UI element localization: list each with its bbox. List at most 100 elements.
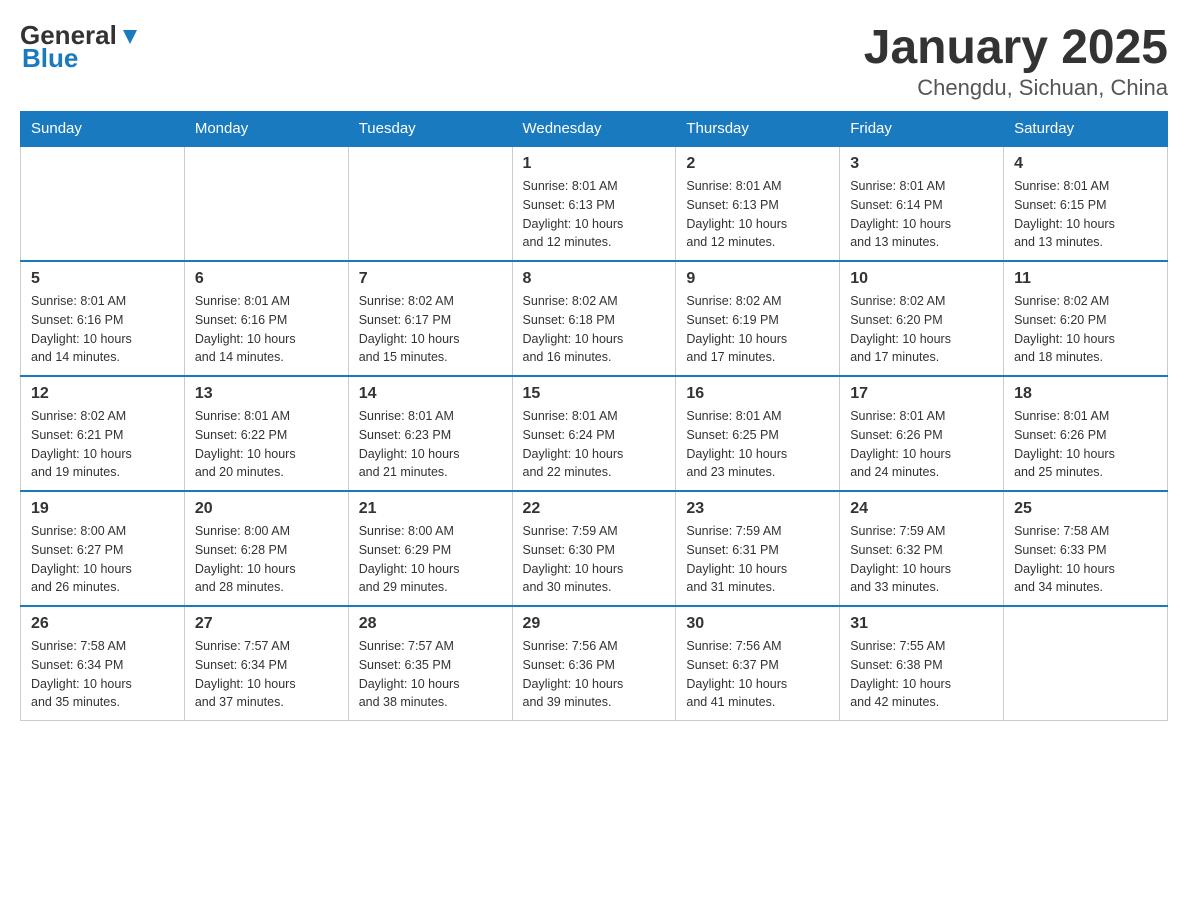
day-info: Sunrise: 8:02 AM Sunset: 6:20 PM Dayligh…: [850, 292, 993, 367]
day-cell: 9 Sunrise: 8:02 AM Sunset: 6:19 PM Daylig…: [676, 261, 840, 376]
day-cell: 4 Sunrise: 8:01 AM Sunset: 6:15 PM Daylig…: [1004, 146, 1168, 261]
day-cell: 17Sunrise: 8:01 AM Sunset: 6:26 PM Dayli…: [840, 376, 1004, 491]
day-cell: 8Sunrise: 8:02 AM Sunset: 6:18 PM Daylig…: [512, 261, 676, 376]
week-row-3: 12 Sunrise: 8:02 AM Sunset: 6:21 PM Dayli…: [21, 376, 1168, 491]
weekday-header-tuesday: Tuesday: [348, 112, 512, 147]
title-section: January 2025 Chengdu, Sichuan, China: [864, 20, 1168, 101]
day-cell: 21 Sunrise: 8:00 AM Sunset: 6:29 PM Dayli…: [348, 491, 512, 606]
day-info: Sunrise: 8:01 AM Sunset: 6:23 PM Dayligh…: [359, 407, 502, 482]
day-cell: 16 Sunrise: 8:01 AM Sunset: 6:25 PM Dayli…: [676, 376, 840, 491]
day-cell: 20 Sunrise: 8:00 AM Sunset: 6:28 PM Dayli…: [184, 491, 348, 606]
weekday-header-monday: Monday: [184, 112, 348, 147]
calendar-subtitle: Chengdu, Sichuan, China: [864, 75, 1168, 101]
day-cell: 24 Sunrise: 7:59 AM Sunset: 6:32 PM Dayli…: [840, 491, 1004, 606]
day-cell: 12 Sunrise: 8:02 AM Sunset: 6:21 PM Dayli…: [21, 376, 185, 491]
day-cell: 6 Sunrise: 8:01 AM Sunset: 6:16 PM Daylig…: [184, 261, 348, 376]
calendar-table: SundayMondayTuesdayWednesdayThursdayFrid…: [20, 111, 1168, 721]
day-info: Sunrise: 8:01 AM Sunset: 6:24 PM Dayligh…: [523, 407, 666, 482]
day-info: Sunrise: 8:00 AM Sunset: 6:27 PM Dayligh…: [31, 522, 174, 597]
day-info: Sunrise: 7:56 AM Sunset: 6:37 PM Dayligh…: [686, 637, 829, 712]
day-number: 7: [359, 270, 502, 288]
day-cell: [21, 146, 185, 261]
day-cell: 7 Sunrise: 8:02 AM Sunset: 6:17 PM Daylig…: [348, 261, 512, 376]
day-number: 6: [195, 270, 338, 288]
day-number: 14: [359, 385, 502, 403]
day-cell: 13 Sunrise: 8:01 AM Sunset: 6:22 PM Dayli…: [184, 376, 348, 491]
weekday-header-row: SundayMondayTuesdayWednesdayThursdayFrid…: [21, 112, 1168, 147]
day-info: Sunrise: 7:59 AM Sunset: 6:31 PM Dayligh…: [686, 522, 829, 597]
day-number: 18: [1014, 385, 1157, 403]
day-info: Sunrise: 7:59 AM Sunset: 6:30 PM Dayligh…: [523, 522, 666, 597]
day-number: 24: [850, 500, 993, 518]
day-cell: 27Sunrise: 7:57 AM Sunset: 6:34 PM Dayli…: [184, 606, 348, 721]
week-row-4: 19 Sunrise: 8:00 AM Sunset: 6:27 PM Dayli…: [21, 491, 1168, 606]
day-cell: 11 Sunrise: 8:02 AM Sunset: 6:20 PM Dayli…: [1004, 261, 1168, 376]
day-info: Sunrise: 7:57 AM Sunset: 6:35 PM Dayligh…: [359, 637, 502, 712]
day-number: 20: [195, 500, 338, 518]
day-info: Sunrise: 8:02 AM Sunset: 6:17 PM Dayligh…: [359, 292, 502, 367]
page-header: General Blue January 2025 Chengdu, Sichu…: [20, 20, 1168, 101]
day-info: Sunrise: 8:01 AM Sunset: 6:14 PM Dayligh…: [850, 177, 993, 252]
day-info: Sunrise: 8:02 AM Sunset: 6:19 PM Dayligh…: [686, 292, 829, 367]
day-cell: 26 Sunrise: 7:58 AM Sunset: 6:34 PM Dayli…: [21, 606, 185, 721]
day-number: 5: [31, 270, 174, 288]
day-cell: [1004, 606, 1168, 721]
day-number: 4: [1014, 155, 1157, 173]
day-cell: 1Sunrise: 8:01 AM Sunset: 6:13 PM Daylig…: [512, 146, 676, 261]
day-number: 8: [523, 270, 666, 288]
day-number: 17: [850, 385, 993, 403]
day-number: 26: [31, 615, 174, 633]
day-info: Sunrise: 8:00 AM Sunset: 6:28 PM Dayligh…: [195, 522, 338, 597]
day-info: Sunrise: 8:01 AM Sunset: 6:25 PM Dayligh…: [686, 407, 829, 482]
day-number: 25: [1014, 500, 1157, 518]
day-cell: 29Sunrise: 7:56 AM Sunset: 6:36 PM Dayli…: [512, 606, 676, 721]
week-row-5: 26 Sunrise: 7:58 AM Sunset: 6:34 PM Dayli…: [21, 606, 1168, 721]
day-cell: [184, 146, 348, 261]
day-cell: 25 Sunrise: 7:58 AM Sunset: 6:33 PM Dayli…: [1004, 491, 1168, 606]
day-info: Sunrise: 8:02 AM Sunset: 6:20 PM Dayligh…: [1014, 292, 1157, 367]
day-info: Sunrise: 7:58 AM Sunset: 6:34 PM Dayligh…: [31, 637, 174, 712]
week-row-2: 5 Sunrise: 8:01 AM Sunset: 6:16 PM Daylig…: [21, 261, 1168, 376]
day-cell: 15Sunrise: 8:01 AM Sunset: 6:24 PM Dayli…: [512, 376, 676, 491]
day-cell: 18 Sunrise: 8:01 AM Sunset: 6:26 PM Dayli…: [1004, 376, 1168, 491]
day-info: Sunrise: 8:02 AM Sunset: 6:21 PM Dayligh…: [31, 407, 174, 482]
day-cell: 19 Sunrise: 8:00 AM Sunset: 6:27 PM Dayli…: [21, 491, 185, 606]
day-cell: 14 Sunrise: 8:01 AM Sunset: 6:23 PM Dayli…: [348, 376, 512, 491]
weekday-header-thursday: Thursday: [676, 112, 840, 147]
day-info: Sunrise: 8:01 AM Sunset: 6:16 PM Dayligh…: [31, 292, 174, 367]
day-cell: [348, 146, 512, 261]
day-cell: 28Sunrise: 7:57 AM Sunset: 6:35 PM Dayli…: [348, 606, 512, 721]
day-number: 19: [31, 500, 174, 518]
day-info: Sunrise: 7:55 AM Sunset: 6:38 PM Dayligh…: [850, 637, 993, 712]
logo: General Blue: [20, 20, 141, 74]
day-cell: 10Sunrise: 8:02 AM Sunset: 6:20 PM Dayli…: [840, 261, 1004, 376]
day-info: Sunrise: 8:01 AM Sunset: 6:13 PM Dayligh…: [686, 177, 829, 252]
day-info: Sunrise: 8:01 AM Sunset: 6:16 PM Dayligh…: [195, 292, 338, 367]
week-row-1: 1 Sunrise: 8:01 AM Sunset: 6:13 PM Daylig…: [21, 146, 1168, 261]
day-number: 9: [686, 270, 829, 288]
calendar-title: January 2025: [864, 20, 1168, 75]
day-number: 11: [1014, 270, 1157, 288]
day-info: Sunrise: 8:01 AM Sunset: 6:15 PM Dayligh…: [1014, 177, 1157, 252]
day-cell: 3 Sunrise: 8:01 AM Sunset: 6:14 PM Daylig…: [840, 146, 1004, 261]
day-number: 1: [523, 155, 666, 173]
day-cell: 31Sunrise: 7:55 AM Sunset: 6:38 PM Dayli…: [840, 606, 1004, 721]
day-info: Sunrise: 8:01 AM Sunset: 6:26 PM Dayligh…: [1014, 407, 1157, 482]
day-cell: 5 Sunrise: 8:01 AM Sunset: 6:16 PM Daylig…: [21, 261, 185, 376]
day-cell: 22Sunrise: 7:59 AM Sunset: 6:30 PM Dayli…: [512, 491, 676, 606]
day-info: Sunrise: 7:58 AM Sunset: 6:33 PM Dayligh…: [1014, 522, 1157, 597]
day-info: Sunrise: 7:59 AM Sunset: 6:32 PM Dayligh…: [850, 522, 993, 597]
day-number: 12: [31, 385, 174, 403]
day-info: Sunrise: 8:00 AM Sunset: 6:29 PM Dayligh…: [359, 522, 502, 597]
day-cell: 2Sunrise: 8:01 AM Sunset: 6:13 PM Daylig…: [676, 146, 840, 261]
day-number: 30: [686, 615, 829, 633]
day-number: 3: [850, 155, 993, 173]
day-info: Sunrise: 7:57 AM Sunset: 6:34 PM Dayligh…: [195, 637, 338, 712]
weekday-header-sunday: Sunday: [21, 112, 185, 147]
day-number: 16: [686, 385, 829, 403]
day-info: Sunrise: 8:01 AM Sunset: 6:22 PM Dayligh…: [195, 407, 338, 482]
logo-blue-text: Blue: [22, 43, 78, 74]
day-number: 23: [686, 500, 829, 518]
day-number: 13: [195, 385, 338, 403]
day-number: 21: [359, 500, 502, 518]
